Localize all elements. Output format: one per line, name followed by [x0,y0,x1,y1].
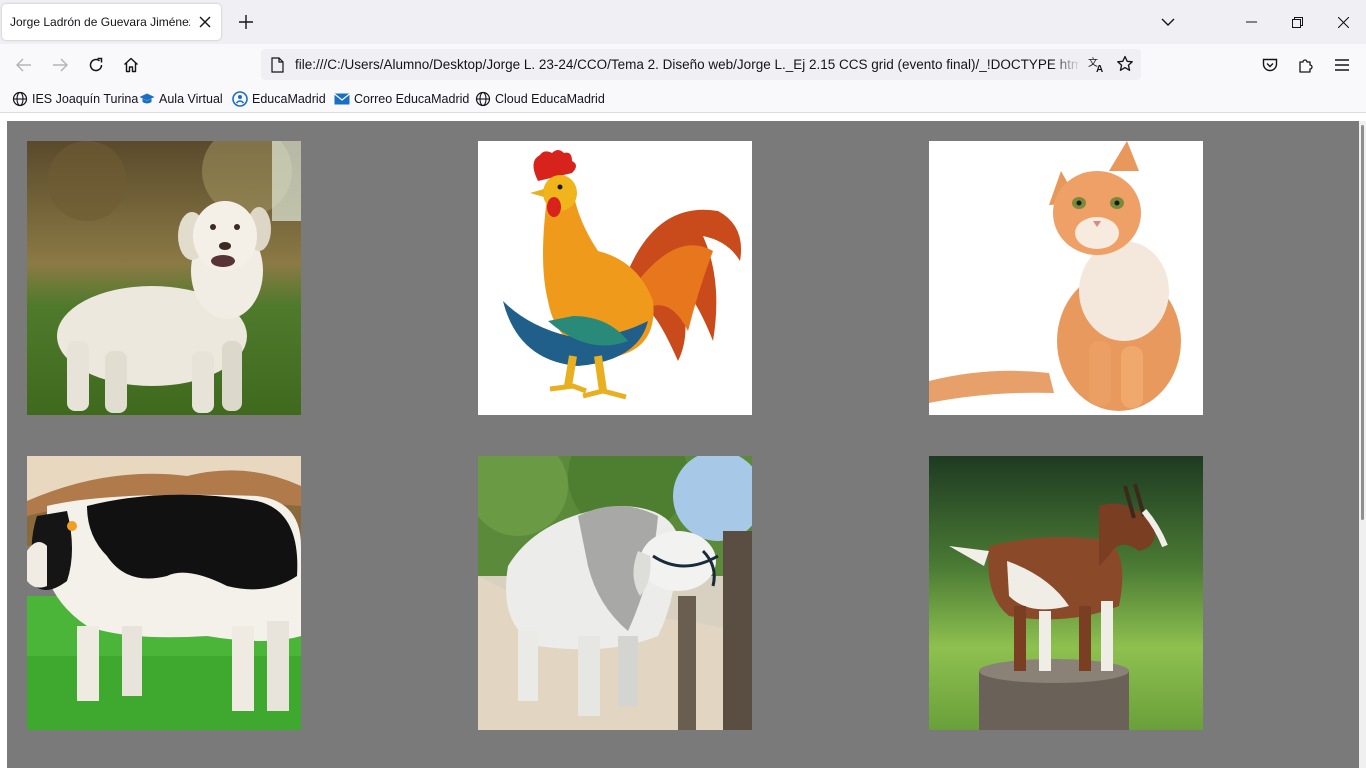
browser-tab[interactable]: Jorge Ladrón de Guevara Jiménez [2,4,221,40]
svg-text:A: A [1096,64,1103,73]
close-window-icon[interactable] [1320,6,1366,38]
cat-image [929,141,1203,415]
forward-arrow-icon[interactable] [46,51,74,79]
bookmarks-toolbar: IES Joaquín Turina Aula Virtual EducaMad… [0,85,1366,113]
bookmark-correo-educamadrid[interactable]: Correo EducaMadrid [334,90,469,108]
bookmark-label: Cloud EducaMadrid [495,92,605,106]
bookmark-ies-joaquin-turina[interactable]: IES Joaquín Turina [12,90,138,108]
zebu-bull-image [478,456,752,730]
new-tab-icon[interactable] [234,10,258,34]
close-tab-icon[interactable] [195,12,215,32]
educamadrid-logo-icon [232,91,248,107]
mail-icon [334,91,350,107]
bookmark-label: Correo EducaMadrid [354,92,470,106]
bookmark-label: EducaMadrid [252,92,326,106]
navigation-toolbar: file:///C:/Users/Alumno/Desktop/Jorge L.… [0,44,1366,85]
tab-title: Jorge Ladrón de Guevara Jiménez [10,15,190,29]
bookmark-star-icon[interactable] [1116,55,1134,76]
url-text[interactable]: file:///C:/Users/Alumno/Desktop/Jorge L.… [295,57,1079,72]
hamburger-menu-icon[interactable] [1328,51,1356,79]
minimize-icon[interactable] [1228,6,1274,38]
animal-grid [7,121,1359,768]
bookmark-label: Aula Virtual [159,92,223,106]
globe-icon [475,91,491,107]
cow-image [27,456,301,730]
home-icon[interactable] [117,51,145,79]
globe-icon [12,91,28,107]
chevron-down-icon[interactable] [1156,10,1180,34]
extensions-puzzle-icon[interactable] [1292,51,1320,79]
dog-image [27,141,301,415]
rooster-image [478,141,752,415]
graduation-cap-icon [139,91,155,107]
address-bar[interactable]: file:///C:/Users/Alumno/Desktop/Jorge L.… [261,49,1141,80]
translate-icon[interactable]: 文A [1088,55,1106,76]
page-viewport [0,113,1366,768]
bookmark-cloud-educamadrid[interactable]: Cloud EducaMadrid [475,90,605,108]
bookmark-label: IES Joaquín Turina [32,92,139,106]
reload-icon[interactable] [82,51,110,79]
page-file-icon [271,57,284,76]
bookmark-aula-virtual[interactable]: Aula Virtual [139,90,223,108]
pocket-icon[interactable] [1256,51,1284,79]
tab-strip: Jorge Ladrón de Guevara Jiménez [0,0,1366,44]
page-scrollbar[interactable] [1359,121,1366,768]
bookmark-educamadrid[interactable]: EducaMadrid [232,90,326,108]
goat-image [929,456,1203,730]
scrollbar-thumb[interactable] [1361,125,1364,520]
restore-icon[interactable] [1274,6,1320,38]
back-arrow-icon[interactable] [10,51,38,79]
